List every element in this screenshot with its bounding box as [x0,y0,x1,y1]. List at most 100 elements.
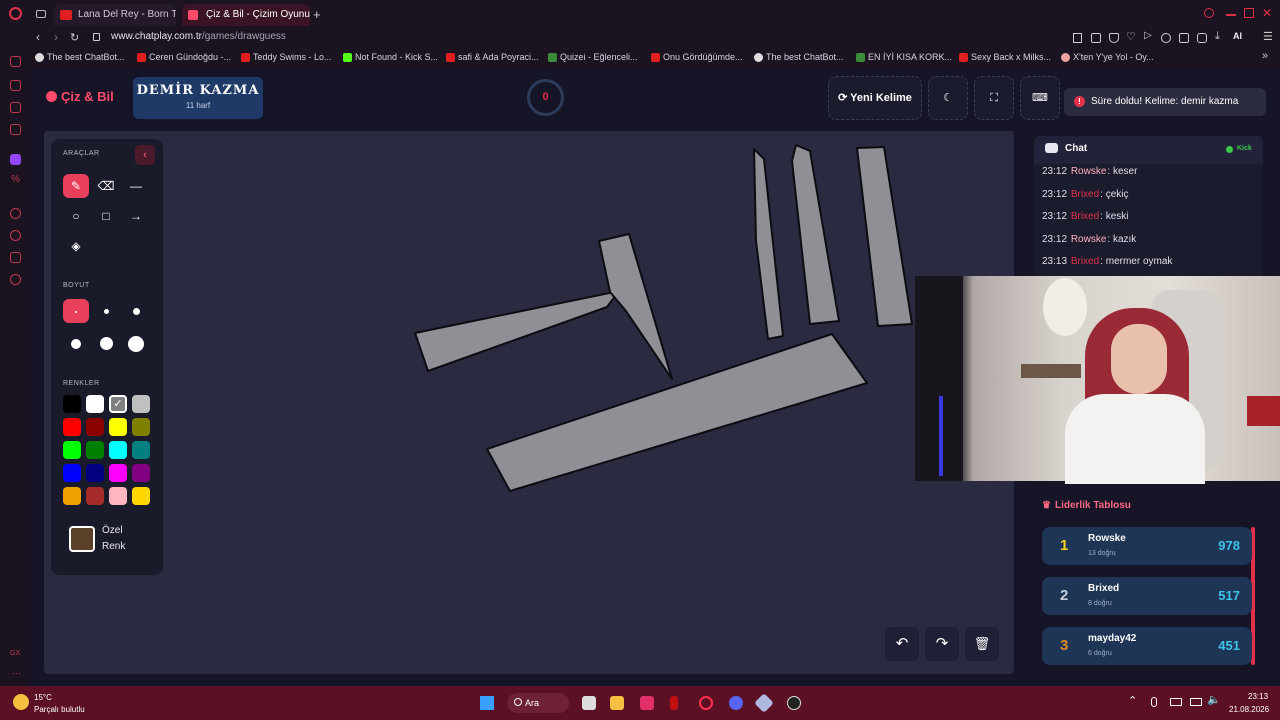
color-swatch[interactable]: ✓ [109,395,127,413]
bookmark-item[interactable]: Sexy Back x Milks... [959,52,1051,62]
color-swatch[interactable] [86,418,104,436]
obs-icon[interactable] [787,696,801,710]
redo-button[interactable]: ↷ [925,627,959,661]
wallet-icon[interactable] [1179,33,1189,43]
more-bookmarks-icon[interactable]: » [1262,50,1268,62]
heart-icon[interactable]: ♡ [1126,30,1136,43]
arrow-tool-button[interactable]: → [123,204,149,228]
chat-username[interactable]: Brixed [1071,211,1099,222]
microphone-icon[interactable] [1151,697,1157,707]
clock-time[interactable]: 23:13 [1248,692,1268,701]
tray-chevron-icon[interactable]: ⌃ [1128,694,1137,707]
color-swatch[interactable] [63,418,81,436]
chat-username[interactable]: Rowske [1071,166,1107,177]
sidebar-percent-icon[interactable]: % [11,174,20,185]
line-tool-button[interactable]: — [123,174,149,198]
color-swatch[interactable] [86,487,104,505]
custom-color-button[interactable] [69,526,95,552]
drawing-canvas[interactable] [44,131,1014,674]
clear-canvas-button[interactable]: 🗑 [965,627,999,661]
app-icon[interactable] [754,693,774,713]
color-swatch[interactable] [109,464,127,482]
forward-icon[interactable]: › [54,30,58,44]
keyboard-tray-icon[interactable] [1170,698,1182,706]
reload-icon[interactable]: ↻ [70,31,79,44]
bookmark-item[interactable]: Teddy Swims - Lo... [241,52,332,62]
bookmark-item[interactable]: safi & Ada Poyraci... [446,52,539,62]
bookmark-item[interactable]: X'ten Y'ye Yol - Oy... [1061,52,1154,62]
menu-icon[interactable]: ☰ [1263,30,1273,43]
color-swatch[interactable] [132,464,150,482]
size-1-button[interactable] [63,299,89,323]
discord-icon[interactable] [729,696,743,710]
bookmark-item[interactable]: The best ChatBot... [754,52,844,62]
color-swatch[interactable] [63,441,81,459]
color-swatch[interactable] [63,464,81,482]
new-word-button[interactable]: ⟳ Yeni Kelime [828,76,922,120]
weather-temp[interactable]: 15°C [34,693,52,702]
sidebar-gx-icon[interactable]: GX [10,650,20,657]
bookmark-item[interactable]: Not Found - Kick S... [343,52,438,62]
new-tab-button[interactable]: + [313,7,321,22]
bookmark-item[interactable]: Quizei - Eğlenceli... [548,52,638,62]
dark-mode-button[interactable]: ☾ [928,76,968,120]
minimize-icon[interactable] [1226,14,1236,16]
app-logo[interactable]: Çiz & Bil [46,89,114,104]
sidebar-lock-icon[interactable] [10,80,21,91]
maximize-icon[interactable] [1244,8,1254,18]
download-icon[interactable]: ⤓ [1215,30,1220,43]
sidebar-messenger-icon[interactable] [10,102,21,113]
opera-logo-icon[interactable] [9,7,22,20]
sidebar-twitch-icon[interactable] [10,154,21,165]
back-icon[interactable]: ‹ [36,30,40,44]
weather-desc[interactable]: Parçalı bulutlu [34,705,85,714]
tab-lana-del-rey[interactable]: Lana Del Rey - Born To [54,4,176,26]
tab-ciz-bil[interactable]: Çiz & Bil - Çizim Oyunu [182,4,310,26]
close-icon[interactable]: ✕ [1262,6,1272,20]
instagram-icon[interactable] [640,696,654,710]
puzzle-icon[interactable] [1197,33,1207,43]
bookmark-item[interactable]: Ceren Gündoğdu -... [137,52,231,62]
collapse-panel-button[interactable]: ‹ [135,145,155,165]
opera-gx-taskbar-icon[interactable] [699,696,713,710]
sidebar-whatsapp-icon[interactable] [10,124,21,135]
taskbar-search[interactable]: Ara [507,693,569,713]
chat-username[interactable]: Rowske [1071,234,1107,245]
netflix-icon[interactable] [670,696,678,710]
sidebar-more-icon[interactable]: ··· [12,668,21,678]
color-swatch[interactable] [132,441,150,459]
undo-button[interactable]: ↶ [885,627,919,661]
leaderboard-name[interactable]: Brixed [1088,583,1119,594]
sidebar-extensions-icon[interactable] [10,252,21,263]
bookmark-icon[interactable] [1073,33,1082,43]
fill-tool-button[interactable]: ◈ [63,234,89,258]
size-2-button[interactable] [93,299,119,323]
eraser-tool-button[interactable]: ⌫ [93,174,119,198]
extension-icon[interactable] [1161,33,1171,43]
color-swatch[interactable] [86,441,104,459]
chat-username[interactable]: Brixed [1071,256,1099,267]
network-icon[interactable] [1190,698,1202,706]
volume-icon[interactable]: 🔈 [1207,693,1221,706]
aria-ai-button[interactable]: AI [1233,31,1242,41]
task-view-icon[interactable] [582,696,596,710]
size-3-button[interactable] [123,299,149,323]
sidebar-music-icon[interactable] [10,56,21,67]
color-swatch[interactable] [132,418,150,436]
color-swatch[interactable] [132,395,150,413]
play-icon[interactable]: ▷ [1144,30,1152,41]
rectangle-tool-button[interactable]: □ [93,204,119,228]
leaderboard-name[interactable]: Rowske [1088,533,1126,544]
chat-username[interactable]: Brixed [1071,189,1099,200]
sidebar-history-icon[interactable] [10,230,21,241]
brush-tool-button[interactable]: ✎ [63,174,89,198]
sidebar-settings-icon[interactable] [10,274,21,285]
keyboard-button[interactable]: ⌨ [1020,76,1060,120]
bookmark-item[interactable]: Onu Gördüğümde... [651,52,743,62]
color-swatch[interactable] [109,418,127,436]
color-swatch[interactable] [109,441,127,459]
color-swatch[interactable] [132,487,150,505]
size-5-button[interactable] [93,331,119,355]
color-swatch[interactable] [109,487,127,505]
color-swatch[interactable] [63,395,81,413]
